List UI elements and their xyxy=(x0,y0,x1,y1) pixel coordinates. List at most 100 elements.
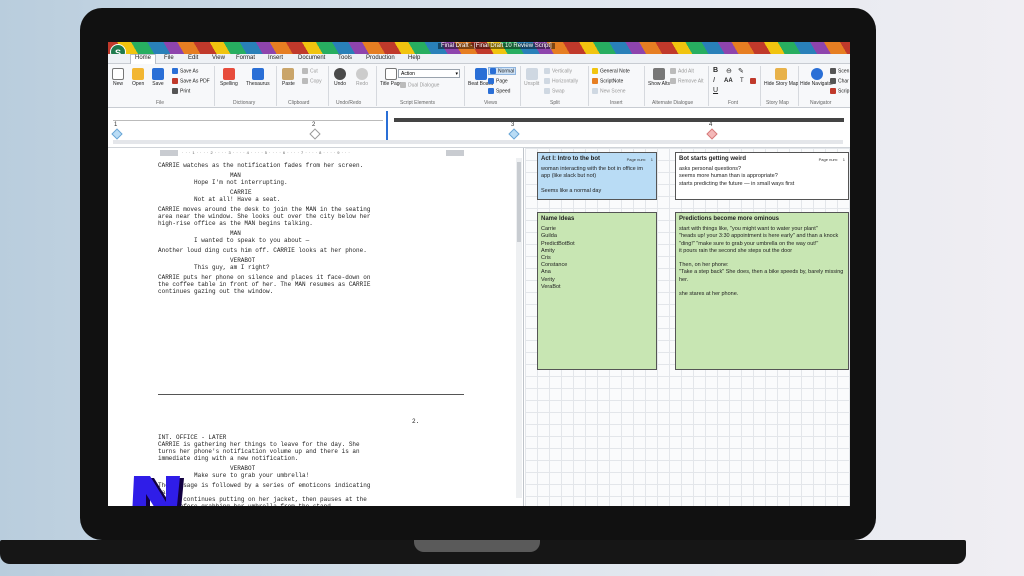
save-button[interactable]: Save xyxy=(152,68,164,87)
cut-button[interactable]: Cut xyxy=(302,68,318,74)
script-line[interactable]: immediate ding with a new notification. xyxy=(158,455,298,462)
card-predictions[interactable]: Predictions become more ominous start wi… xyxy=(675,212,849,370)
beat-board-pane[interactable]: Act I: Intro to the bot Page num: 1 woma… xyxy=(525,148,850,506)
copy-icon xyxy=(302,78,308,84)
script-line[interactable]: MAN xyxy=(230,172,241,179)
card-names[interactable]: Name Ideas Carrie Guilda PredictBotBot A… xyxy=(537,212,657,370)
tab-production[interactable]: Production xyxy=(366,55,395,61)
speed-view-button[interactable]: Speed xyxy=(488,88,510,94)
copy-button[interactable]: Copy xyxy=(302,78,322,84)
card-weird[interactable]: Bot starts getting weird Page num: 1 ask… xyxy=(675,152,849,200)
scriptnote-button[interactable]: ScriptNote xyxy=(592,78,623,84)
font-size-button[interactable]: AA xyxy=(724,78,733,84)
tab-tools[interactable]: Tools xyxy=(338,55,352,61)
tab-format[interactable]: Format xyxy=(236,55,255,61)
save-as-pdf-button[interactable]: Save As PDF xyxy=(172,78,210,84)
card-act1[interactable]: Act I: Intro to the bot Page num: 1 woma… xyxy=(537,152,657,200)
save-as-button[interactable]: Save As xyxy=(172,68,198,74)
script-line[interactable]: CARRIE watches as the notification fades… xyxy=(158,162,363,169)
ruler-right-button[interactable] xyxy=(446,150,464,156)
story-map-cursor[interactable] xyxy=(386,111,388,141)
bold-button[interactable]: B xyxy=(713,67,718,74)
spelling-button[interactable]: Spelling xyxy=(220,68,238,87)
underline-button[interactable]: U xyxy=(713,87,718,94)
story-map-diamond-icon[interactable] xyxy=(111,128,123,140)
script-scrollbar-thumb[interactable] xyxy=(517,162,521,242)
group-label-undo-redo: Undo/Redo xyxy=(336,100,362,106)
ruler[interactable]: · · · 1 · · · · 2 · · · · 3 · · · · 4 · … xyxy=(182,150,440,157)
script-line[interactable]: CARRIE continues putting on her jacket, … xyxy=(158,496,367,503)
scenes-button[interactable]: Scen xyxy=(830,68,849,74)
script-line[interactable]: area near the window. She looks out over… xyxy=(158,213,370,220)
card-body: asks personal questions? seems more huma… xyxy=(679,166,795,187)
script-scrollbar[interactable] xyxy=(516,158,522,498)
normal-view-button[interactable]: Normal xyxy=(488,67,517,76)
hide-navigator-button[interactable]: Hide Navigator xyxy=(800,68,833,87)
group-separator xyxy=(214,66,215,106)
page-view-icon xyxy=(488,78,494,84)
tab-home[interactable]: Home xyxy=(130,54,157,64)
remove-alt-button[interactable]: Remove Alt xyxy=(670,78,704,84)
script-line[interactable]: high-rise office as the MAN begins talki… xyxy=(158,220,313,227)
highlight-icon[interactable]: ✎ xyxy=(738,67,744,75)
script-line[interactable]: I wanted to speak to you about — xyxy=(194,237,309,244)
script-line[interactable]: turns her phone's notification volume up… xyxy=(158,448,360,455)
script-line[interactable]: CARRIE moves around the desk to join the… xyxy=(158,206,370,213)
tab-insert[interactable]: Insert xyxy=(268,55,283,61)
strikethrough-icon[interactable]: ⊖ xyxy=(726,67,732,75)
script-line[interactable]: Hope I'm not interrupting. xyxy=(194,179,288,186)
thesaurus-button[interactable]: Thesaurus xyxy=(246,68,270,87)
page-view-button[interactable]: Page xyxy=(488,78,508,84)
story-map-diamond-icon[interactable] xyxy=(706,128,718,140)
script-line[interactable]: Not at all! Have a seat. xyxy=(194,196,280,203)
script-line[interactable]: VERABOT xyxy=(230,257,255,264)
color-swatch-icon[interactable] xyxy=(750,78,758,84)
split-vertically-button[interactable]: Vertically xyxy=(544,68,572,74)
tab-file[interactable]: File xyxy=(164,55,174,61)
new-scene-button[interactable]: New Scene xyxy=(592,88,626,94)
script-pane[interactable]: · · · 1 · · · · 2 · · · · 3 · · · · 4 · … xyxy=(108,148,524,506)
scriptnotes-button[interactable]: Scrip xyxy=(830,88,849,94)
swap-button[interactable]: Swap xyxy=(544,88,565,94)
tab-view[interactable]: View xyxy=(212,55,225,61)
script-line[interactable]: INT. OFFICE - LATER xyxy=(158,434,226,441)
ruler-left-button[interactable] xyxy=(160,150,178,156)
print-button[interactable]: Print xyxy=(172,88,190,94)
italic-button[interactable]: I xyxy=(713,77,715,84)
general-note-button[interactable]: General Note xyxy=(592,68,630,74)
hide-story-map-button[interactable]: Hide Story Map xyxy=(764,68,798,87)
tab-help[interactable]: Help xyxy=(408,55,420,61)
script-line[interactable]: MAN xyxy=(230,230,241,237)
script-line[interactable]: VERABOT xyxy=(230,465,255,472)
new-button[interactable]: New xyxy=(112,68,124,87)
story-map[interactable]: 1 2 3 4 xyxy=(108,108,850,148)
tab-edit[interactable]: Edit xyxy=(188,55,198,61)
undo-button[interactable]: Undo xyxy=(334,68,346,87)
script-line[interactable]: continues gazing out the window. xyxy=(158,288,273,295)
redo-button[interactable]: Redo xyxy=(356,68,368,87)
tab-document[interactable]: Document xyxy=(298,55,325,61)
script-line[interactable]: Make sure to grab your umbrella! xyxy=(194,472,309,479)
text-color-icon[interactable]: T xyxy=(740,78,744,84)
split-horizontally-button[interactable]: Horizontally xyxy=(544,78,578,84)
script-line[interactable]: This guy, am I right? xyxy=(194,264,270,271)
script-line[interactable]: The message is followed by a series of e… xyxy=(158,482,370,489)
script-line[interactable]: the coffee table in front of her. The MA… xyxy=(158,281,370,288)
script-line[interactable]: CARRIE xyxy=(230,189,252,196)
paste-button[interactable]: Paste xyxy=(282,68,295,87)
open-button[interactable]: Open xyxy=(132,68,144,87)
scriptnotes-icon xyxy=(830,88,836,94)
add-alt-button[interactable]: Add Alt xyxy=(670,68,694,74)
misspelled-word[interactable]: emoticons xyxy=(298,482,330,489)
script-line[interactable]: Another loud ding cuts him off. CARRIE l… xyxy=(158,247,367,254)
story-map-diamond-icon[interactable] xyxy=(309,128,321,140)
script-line[interactable]: CARRIE puts her phone on silence and pla… xyxy=(158,274,370,281)
script-element-dropdown[interactable]: Action ▾ xyxy=(398,69,460,78)
dual-dialogue-button[interactable]: Dual Dialogue xyxy=(400,82,439,88)
story-map-scrollbar[interactable] xyxy=(113,140,843,144)
unsplit-button[interactable]: Unsplit xyxy=(524,68,539,87)
characters-button[interactable]: Char xyxy=(830,78,849,84)
story-map-diamond-icon[interactable] xyxy=(508,128,520,140)
show-alts-button[interactable]: Show Alts xyxy=(648,68,670,87)
script-line[interactable]: CARRIE is gathering her things to leave … xyxy=(158,441,360,448)
